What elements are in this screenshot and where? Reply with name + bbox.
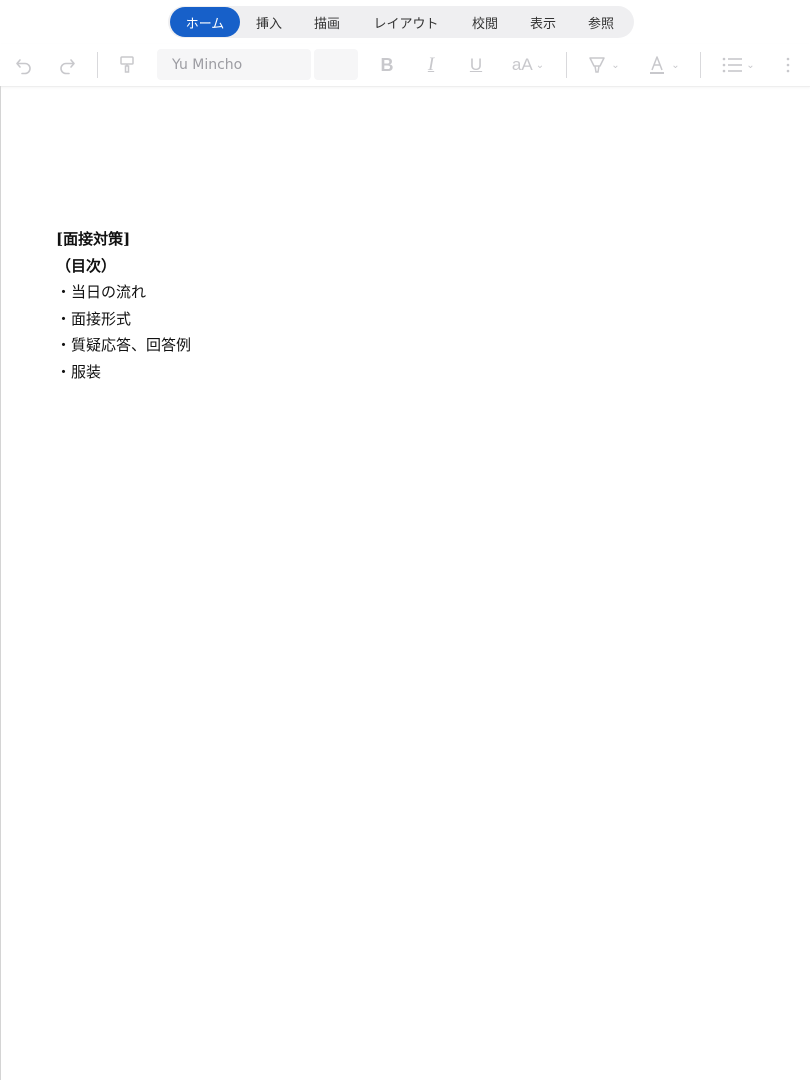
doc-list-item[interactable]: ・服装 bbox=[56, 359, 191, 386]
chevron-down-icon: ⌄ bbox=[671, 59, 680, 71]
tab-layout[interactable]: レイアウト bbox=[356, 7, 456, 37]
redo-icon[interactable] bbox=[53, 52, 81, 78]
tab-home[interactable]: ホーム bbox=[170, 7, 240, 37]
font-size-field[interactable] bbox=[314, 49, 358, 80]
chevron-down-icon: ⌄ bbox=[611, 59, 620, 71]
toolbar-separator bbox=[97, 52, 98, 78]
word-app: ホーム 挿入 描画 レイアウト 校閲 表示 参照 Yu Mincho B I U… bbox=[0, 0, 810, 1080]
doc-heading[interactable]: [面接対策] bbox=[56, 226, 191, 253]
underline-icon[interactable]: U bbox=[463, 52, 489, 78]
font-color-icon[interactable]: ⌄ bbox=[642, 52, 684, 78]
tab-view[interactable]: 表示 bbox=[514, 7, 572, 37]
document-body[interactable]: [面接対策] （目次） ・当日の流れ ・面接形式 ・質疑応答、回答例 ・服装 bbox=[56, 226, 191, 385]
more-icon[interactable] bbox=[778, 52, 798, 78]
bold-icon[interactable]: B bbox=[374, 52, 400, 78]
format-painter-icon[interactable] bbox=[113, 52, 141, 78]
document-canvas[interactable]: [面接対策] （目次） ・当日の流れ ・面接形式 ・質疑応答、回答例 ・服装 bbox=[1, 86, 810, 1080]
tab-draw[interactable]: 描画 bbox=[298, 7, 356, 37]
toolbar: Yu Mincho B I U aA ⌄ ⌄ ⌄ ⌄ bbox=[0, 44, 810, 87]
tab-references[interactable]: 参照 bbox=[572, 7, 630, 37]
doc-list-item[interactable]: ・質疑応答、回答例 bbox=[56, 332, 191, 359]
highlight-icon[interactable]: ⌄ bbox=[582, 52, 624, 78]
doc-subheading[interactable]: （目次） bbox=[56, 253, 191, 280]
ribbon-tabbar: ホーム 挿入 描画 レイアウト 校閲 表示 参照 bbox=[168, 6, 634, 38]
chevron-down-icon: ⌄ bbox=[746, 59, 755, 71]
toolbar-separator bbox=[700, 52, 701, 78]
doc-list-item[interactable]: ・面接形式 bbox=[56, 306, 191, 333]
undo-icon[interactable] bbox=[10, 52, 38, 78]
font-size-icon[interactable]: aA ⌄ bbox=[506, 52, 550, 78]
italic-icon[interactable]: I bbox=[418, 52, 444, 78]
chevron-down-icon: ⌄ bbox=[535, 59, 545, 71]
toolbar-separator bbox=[566, 52, 567, 78]
doc-list-item[interactable]: ・当日の流れ bbox=[56, 279, 191, 306]
font-name-field[interactable]: Yu Mincho bbox=[157, 49, 311, 80]
tab-insert[interactable]: 挿入 bbox=[240, 7, 298, 37]
bullet-list-icon[interactable]: ⌄ bbox=[716, 52, 760, 78]
tab-review[interactable]: 校閲 bbox=[456, 7, 514, 37]
